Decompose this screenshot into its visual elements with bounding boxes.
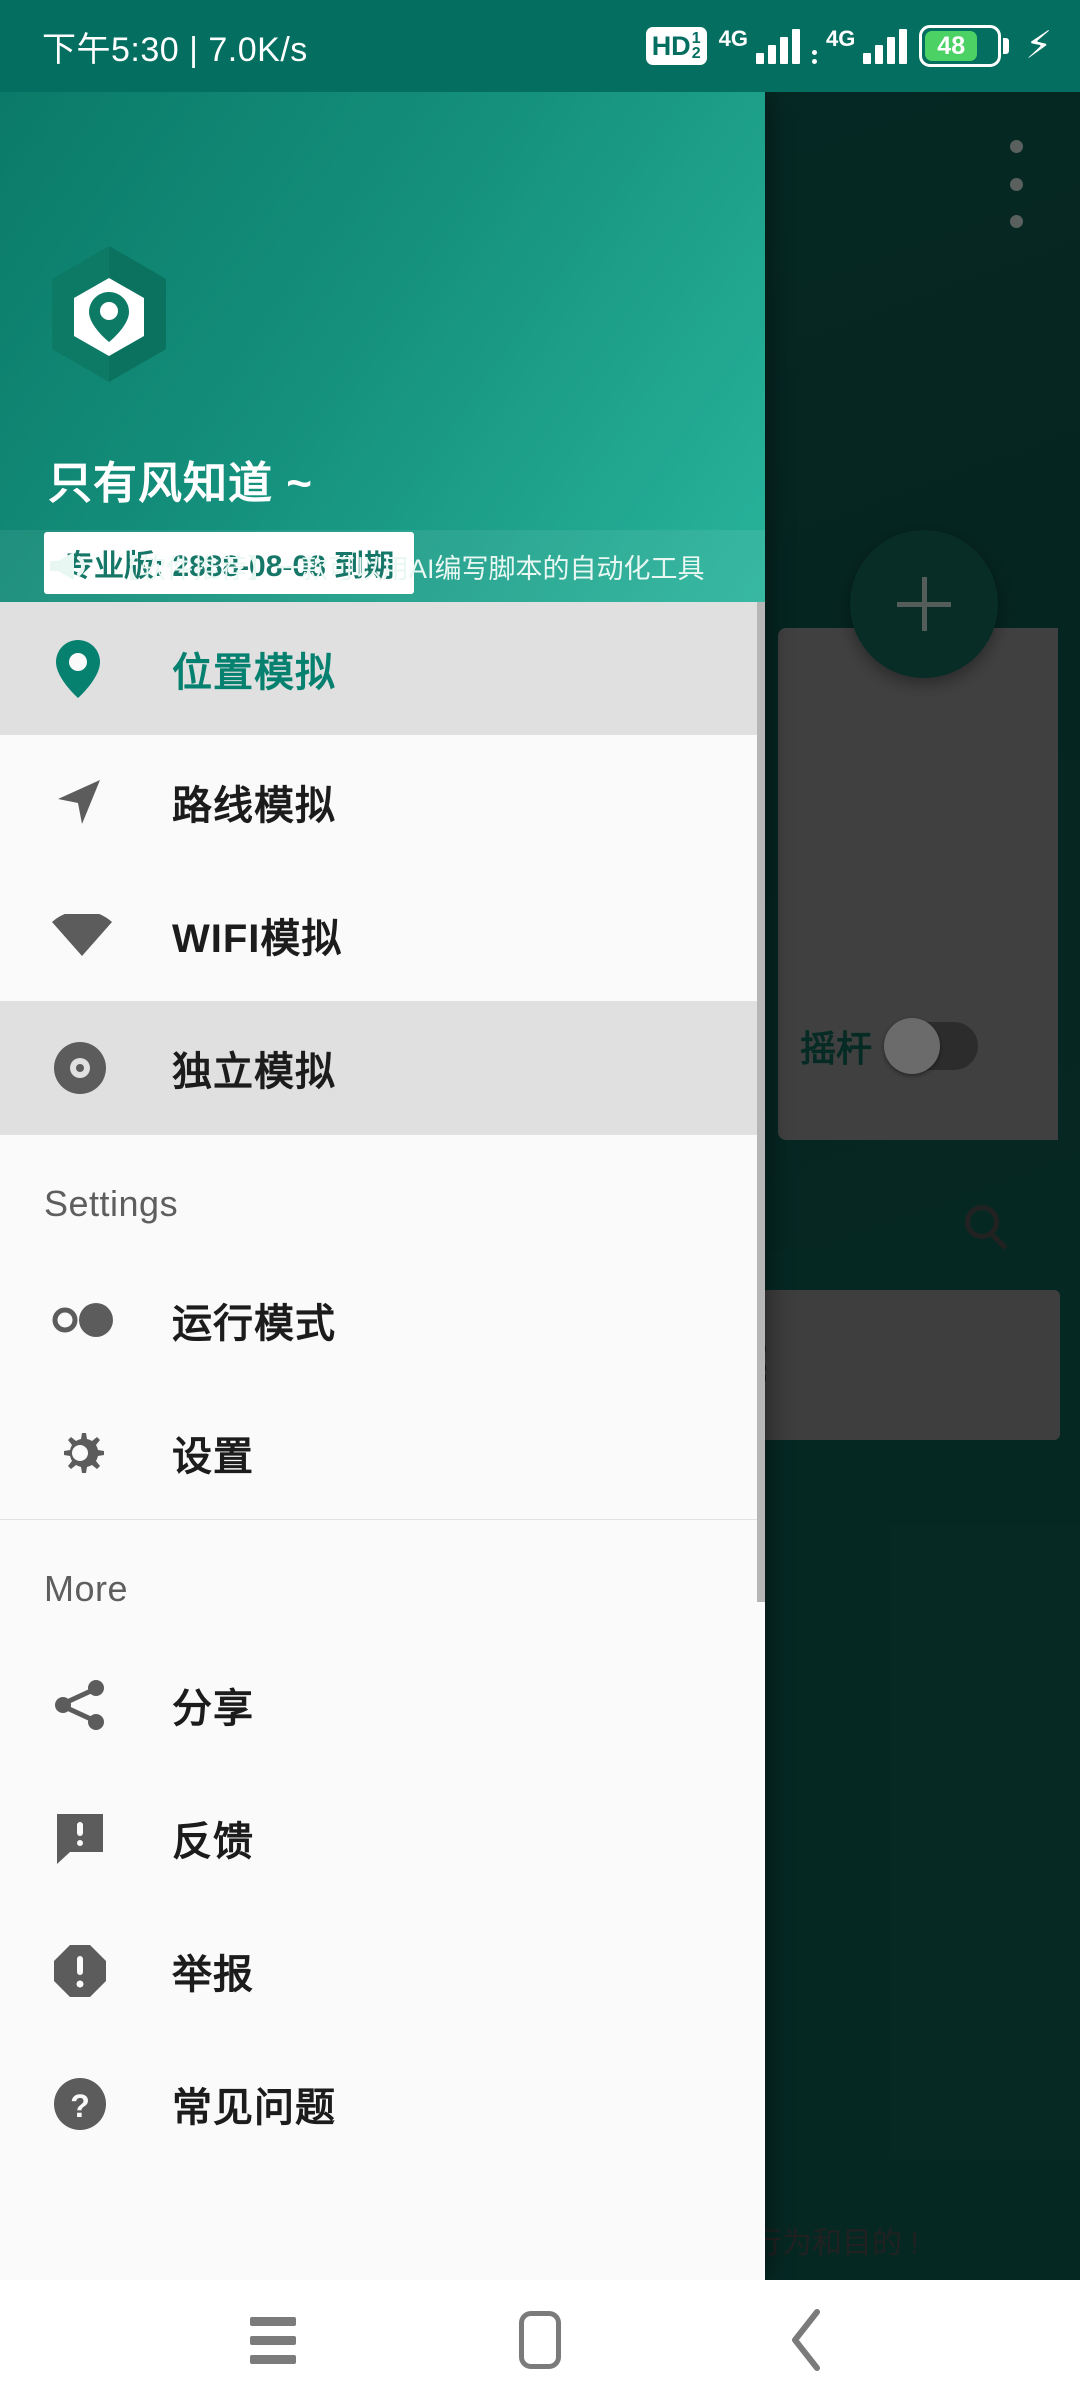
switch-knob [884, 1018, 941, 1074]
svg-text:?: ? [70, 2088, 90, 2124]
menu-item-label: 常见问题 [172, 2085, 336, 2130]
status-icons: HD 1 2 4G 4G 48 ⚡ [645, 25, 1052, 67]
sim1-signal-bars [755, 28, 800, 64]
navigation-drawer: 只有风知道 ~ 专业版: 2888-08-08 到期 【软件推荐】一款可以用AI… [0, 92, 765, 2280]
menu-item-label: WIFI模拟 [172, 916, 343, 961]
drawer-scrollbar[interactable] [757, 602, 765, 1602]
joystick-switch[interactable] [884, 1018, 979, 1074]
joystick-toggle-row[interactable]: 摇杆 [800, 1018, 979, 1074]
hd-label: HD [651, 30, 691, 61]
wifi-icon [40, 913, 126, 956]
sim1-signal-icon: 4G [719, 28, 800, 64]
menu-item-label: 反馈 [172, 1819, 254, 1864]
feedback-chat-icon [40, 1810, 126, 1866]
plus-icon [897, 577, 951, 631]
menu-item-label: 运行模式 [172, 1301, 336, 1346]
sim1-network-label: 4G [718, 26, 748, 51]
sim2-network-label: 4G [825, 26, 856, 51]
menu-item-label: 独立模拟 [172, 1049, 336, 1094]
menu-item-label: 分享 [172, 1686, 254, 1731]
volte-hd-icon: HD 1 2 [645, 27, 707, 65]
home-square-icon[interactable] [480, 2280, 600, 2400]
search-icon[interactable] [965, 1205, 1011, 1251]
report-octagon-icon [40, 1943, 126, 1999]
navigation-arrow-icon [40, 774, 126, 830]
announcement-banner[interactable]: 【软件推荐】一款可以用AI编写脚本的自动化工具 [0, 530, 765, 602]
sim2-weak-dots [811, 28, 817, 64]
background-disclaimer-text: 行为和目的 ! [752, 2227, 919, 2260]
disc-record-icon [40, 1040, 126, 1096]
hd-sub: 2 [691, 45, 701, 62]
announcement-text: 【软件推荐】一款可以用AI编写脚本的自动化工具 [112, 553, 705, 584]
menu-item-faq[interactable]: ? 常见问题 [0, 2037, 765, 2170]
status-time-and-netspeed: 下午5:30 | 7.0K/s [42, 30, 308, 69]
menu-item-report[interactable]: 举报 [0, 1904, 765, 2037]
menu-item-label: 举报 [172, 1952, 254, 1997]
status-bar: 下午5:30 | 7.0K/s HD 1 2 4G 4G 48 ⚡ [0, 0, 1080, 92]
menu-item-share[interactable]: 分享 [0, 1638, 765, 1771]
settings-section-title: Settings [44, 1183, 179, 1224]
menu-item-wifi-sim[interactable]: WIFI模拟 [0, 868, 765, 1001]
drawer-username[interactable]: 只有风知道 ~ [48, 447, 313, 511]
back-chevron-icon[interactable] [747, 2280, 867, 2400]
battery-icon: 48 [919, 25, 1010, 67]
battery-percent: 48 [925, 31, 978, 61]
megaphone-icon [50, 552, 85, 580]
overflow-menu-icon[interactable] [994, 140, 1038, 228]
menu-item-location-sim[interactable]: 位置模拟 [0, 602, 765, 735]
run-mode-toggle-icon [40, 1302, 126, 1338]
gear-icon [40, 1425, 126, 1481]
menu-item-run-mode[interactable]: 运行模式 [0, 1253, 765, 1386]
share-icon [40, 1677, 126, 1733]
add-fab-button[interactable] [850, 530, 998, 678]
drawer-menu-scroll[interactable]: 位置模拟 路线模拟 WIFI模拟 独立模拟 Settings 运行模式 设置 M… [0, 602, 765, 2280]
menu-item-route-sim[interactable]: 路线模拟 [0, 735, 765, 868]
recents-menu-icon[interactable] [213, 2280, 333, 2400]
background-card [760, 1290, 1060, 1440]
menu-item-label: 路线模拟 [172, 783, 336, 828]
menu-item-label: 设置 [172, 1434, 254, 1479]
location-pin-icon [40, 638, 126, 700]
more-section-title: More [44, 1568, 129, 1609]
lightning-bolt-icon: ⚡ [1025, 25, 1052, 67]
system-navigation-bar [0, 2280, 1080, 2400]
menu-item-settings[interactable]: 设置 [0, 1386, 765, 1519]
drawer-header: 只有风知道 ~ 专业版: 2888-08-08 到期 【软件推荐】一款可以用AI… [0, 92, 765, 602]
menu-item-label: 位置模拟 [172, 650, 336, 695]
help-question-icon: ? [40, 2076, 126, 2132]
menu-item-standalone-sim[interactable]: 独立模拟 [0, 1001, 765, 1134]
hd-sup: 1 [691, 29, 701, 47]
sim2-signal-bars [863, 28, 908, 64]
joystick-label: 摇杆 [800, 1028, 873, 1069]
menu-item-feedback[interactable]: 反馈 [0, 1771, 765, 1904]
sim2-signal-icon: 4G [811, 26, 908, 64]
hexagon-location-pin-icon [52, 246, 166, 382]
